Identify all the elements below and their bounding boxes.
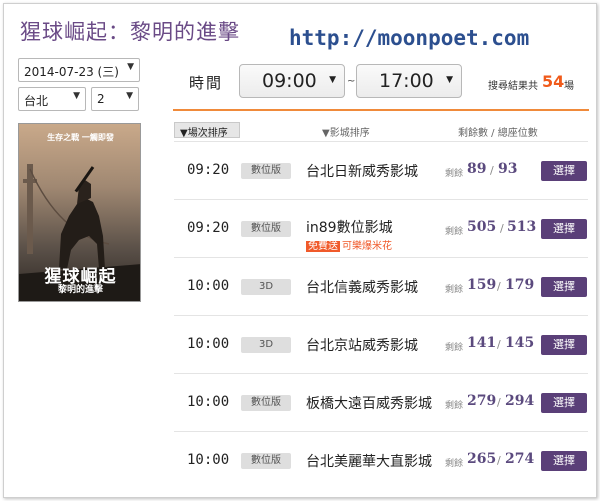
showtime-row: 10:00 數位版 台北美麗華大直影城 剩餘 265 / 274 選擇 bbox=[174, 431, 588, 489]
start-time-select[interactable]: 09:00 ▼ bbox=[239, 64, 345, 98]
remain-label: 剩餘 bbox=[445, 401, 464, 411]
divider bbox=[173, 109, 589, 111]
seats-total: 145 bbox=[505, 335, 535, 351]
page-title: 猩球崛起：黎明的進擊 bbox=[20, 20, 240, 44]
choose-button[interactable]: 選擇 bbox=[541, 451, 587, 471]
seats-separator: / bbox=[500, 222, 504, 235]
seats-remaining: 279 bbox=[467, 393, 497, 409]
format-badge: 數位版 bbox=[241, 163, 291, 179]
showtime-time: 10:00 bbox=[187, 336, 230, 352]
date-select[interactable]: 2014-07-23 (三) ▼ bbox=[18, 58, 140, 82]
seats-header: 剩餘數 / 總座位數 bbox=[458, 128, 538, 139]
time-label: 時間 bbox=[189, 74, 224, 92]
count-select[interactable]: 2 ▼ bbox=[91, 87, 139, 111]
format-badge: 3D bbox=[241, 279, 291, 295]
seats-total: 93 bbox=[498, 161, 518, 177]
chevron-down-icon: ▼ bbox=[126, 91, 133, 101]
end-time-select[interactable]: 17:00 ▼ bbox=[356, 64, 462, 98]
showtime-time: 09:20 bbox=[187, 220, 230, 236]
choose-button[interactable]: 選擇 bbox=[541, 393, 587, 413]
seats-total: 513 bbox=[507, 219, 537, 235]
chevron-down-icon: ▼ bbox=[329, 75, 336, 85]
format-badge: 數位版 bbox=[241, 453, 291, 469]
promo: 免費送 可樂爆米花 bbox=[306, 237, 392, 252]
seats-remaining: 141 bbox=[467, 335, 497, 351]
choose-button[interactable]: 選擇 bbox=[541, 219, 587, 239]
seats-remaining: 505 bbox=[467, 219, 497, 235]
promo-tag: 免費送 bbox=[306, 241, 340, 252]
chevron-down-icon: ▼ bbox=[127, 62, 134, 72]
seats-total: 274 bbox=[505, 451, 535, 467]
remain-label: 剩餘 bbox=[445, 285, 464, 295]
seats-remaining: 159 bbox=[467, 277, 497, 293]
seats-total: 179 bbox=[505, 277, 535, 293]
remain-label: 剩餘 bbox=[445, 169, 464, 179]
promo-text: 可樂爆米花 bbox=[342, 241, 392, 252]
cinema-name: 板橋大遠百威秀影城 bbox=[306, 396, 432, 412]
choose-button[interactable]: 選擇 bbox=[541, 277, 587, 297]
choose-button[interactable]: 選擇 bbox=[541, 161, 587, 181]
poster-subtitle: 黎明的進擊 bbox=[57, 285, 103, 295]
seats-separator: / bbox=[497, 454, 501, 467]
showtime-time: 09:20 bbox=[187, 162, 230, 178]
format-badge: 3D bbox=[241, 337, 291, 353]
site-watermark: http://moonpoet.com bbox=[289, 26, 530, 50]
sort-by-cinema-link[interactable]: ▼影城排序 bbox=[322, 124, 370, 139]
poster-tagline: 生存之戰 一觸即發 bbox=[47, 133, 114, 142]
chevron-down-icon: ▼ bbox=[73, 91, 80, 101]
count-select-value: 2 bbox=[97, 92, 105, 106]
showtime-row: 10:00 3D 台北京站威秀影城 剩餘 141 / 145 選擇 bbox=[174, 315, 588, 373]
remain-label: 剩餘 bbox=[445, 227, 464, 237]
seats-remaining: 265 bbox=[467, 451, 497, 467]
showtime-row: 09:20 數位版 台北日新威秀影城 剩餘 89 / 93 選擇 bbox=[174, 141, 588, 199]
choose-button[interactable]: 選擇 bbox=[541, 335, 587, 355]
showtime-row: 09:20 數位版 in89數位影城 免費送 可樂爆米花 剩餘 505 / 513… bbox=[174, 199, 588, 257]
remain-label: 剩餘 bbox=[445, 343, 464, 353]
page-frame: 猩球崛起：黎明的進擊 http://moonpoet.com 2014-07-2… bbox=[3, 3, 597, 498]
movie-poster: 生存之戰 一觸即發 猩球崛起 黎明的進擊 bbox=[18, 123, 141, 302]
result-count: 54 bbox=[542, 72, 565, 91]
seats-separator: / bbox=[497, 280, 501, 293]
cinema-name: 台北信義威秀影城 bbox=[306, 280, 418, 296]
city-select[interactable]: 台北 ▼ bbox=[18, 87, 86, 111]
time-range-separator: ~ bbox=[347, 76, 356, 87]
chevron-down-icon: ▼ bbox=[446, 75, 453, 85]
seats-remaining: 89 bbox=[467, 161, 487, 177]
format-badge: 數位版 bbox=[241, 395, 291, 411]
seats-separator: / bbox=[497, 396, 501, 409]
cinema-name: 台北美麗華大直影城 bbox=[306, 454, 432, 470]
city-select-value: 台北 bbox=[24, 94, 49, 108]
showtime-row: 10:00 數位版 板橋大遠百威秀影城 剩餘 279 / 294 選擇 bbox=[174, 373, 588, 431]
remain-label: 剩餘 bbox=[445, 459, 464, 469]
result-label: 搜尋結果共 bbox=[488, 81, 538, 92]
result-unit: 場 bbox=[564, 81, 574, 92]
format-badge: 數位版 bbox=[241, 221, 291, 237]
seats-total: 294 bbox=[505, 393, 535, 409]
date-select-value: 2014-07-23 (三) bbox=[24, 65, 119, 79]
showtime-row: 10:00 3D 台北信義威秀影城 剩餘 159 / 179 選擇 bbox=[174, 257, 588, 315]
showtime-time: 10:00 bbox=[187, 278, 230, 294]
end-time-value: 17:00 bbox=[379, 70, 434, 92]
seats-separator: / bbox=[490, 164, 494, 177]
sort-by-showtime-button[interactable]: ▼場次排序 bbox=[174, 122, 240, 139]
cinema-name: 台北京站威秀影城 bbox=[306, 338, 418, 354]
seats-separator: / bbox=[497, 338, 501, 351]
showtime-time: 10:00 bbox=[187, 452, 230, 468]
cinema-name: 台北日新威秀影城 bbox=[306, 164, 418, 180]
start-time-value: 09:00 bbox=[262, 70, 317, 92]
cinema-name: in89數位影城 bbox=[306, 220, 393, 236]
showtime-time: 10:00 bbox=[187, 394, 230, 410]
